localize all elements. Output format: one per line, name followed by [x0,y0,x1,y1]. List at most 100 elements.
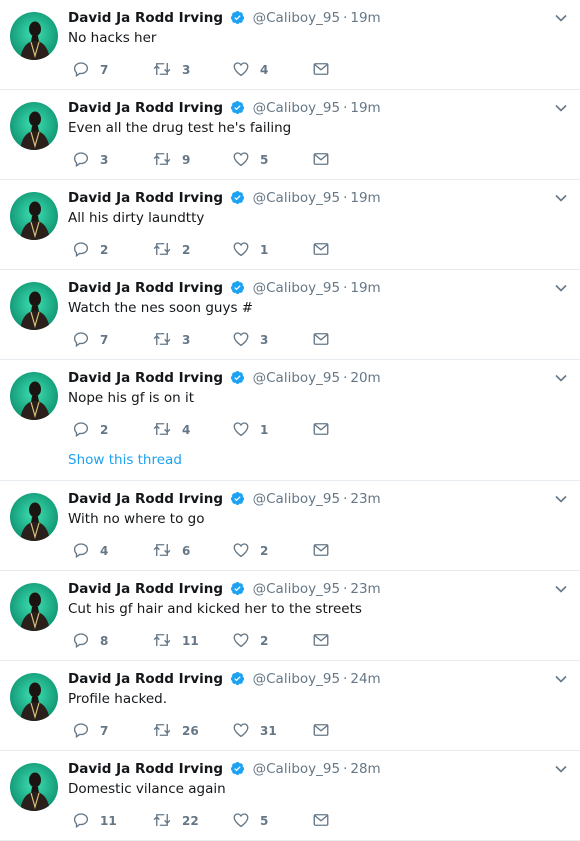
chevron-down-icon[interactable] [554,492,568,506]
tweet-timestamp[interactable]: 24m [350,671,380,687]
like-button[interactable]: 1 [232,420,268,440]
tweet-timestamp[interactable]: 19m [350,10,380,26]
reply-button[interactable]: 11 [72,811,117,831]
tweet-timestamp[interactable]: 19m [350,100,380,116]
tweet-text: Watch the nes soon guys # [68,300,254,316]
chevron-down-icon[interactable] [554,672,568,686]
retweet-button[interactable]: 3 [152,330,190,350]
tweet-header: David Ja Rodd Irving @Caliboy_95 · 23m [68,489,568,509]
reply-button[interactable]: 4 [72,541,108,561]
reply-button[interactable]: 7 [72,60,108,80]
reply-count: 3 [100,153,109,167]
tweet[interactable]: David Ja Rodd Irving @Caliboy_95 · 24m Pro… [0,661,580,751]
avatar[interactable] [10,282,58,330]
like-button[interactable]: 5 [232,811,268,831]
author-name[interactable]: David Ja Rodd Irving [68,671,223,687]
tweet-timestamp[interactable]: 19m [350,190,380,206]
direct-message-button[interactable] [312,541,330,561]
author-handle[interactable]: @Caliboy_95 [253,761,340,777]
envelope-icon [312,631,330,652]
author-handle[interactable]: @Caliboy_95 [253,10,340,26]
tweet-header: David Ja Rodd Irving @Caliboy_95 · 19m [68,278,568,298]
author-handle[interactable]: @Caliboy_95 [253,100,340,116]
heart-icon [232,420,250,441]
author-name[interactable]: David Ja Rodd Irving [68,581,223,597]
retweet-button[interactable]: 11 [152,631,199,651]
chevron-down-icon[interactable] [554,101,568,115]
avatar[interactable] [10,763,58,811]
direct-message-button[interactable] [312,330,330,350]
tweet-timestamp[interactable]: 23m [350,491,380,507]
author-name[interactable]: David Ja Rodd Irving [68,100,223,116]
avatar[interactable] [10,12,58,60]
avatar[interactable] [10,372,58,420]
reply-button[interactable]: 7 [72,330,108,350]
like-button[interactable]: 5 [232,150,268,170]
direct-message-button[interactable] [312,420,330,440]
author-name[interactable]: David Ja Rodd Irving [68,190,223,206]
direct-message-button[interactable] [312,240,330,260]
reply-button[interactable]: 8 [72,631,108,651]
direct-message-button[interactable] [312,150,330,170]
reply-button[interactable]: 3 [72,150,108,170]
separator-dot: · [343,761,348,777]
author-name[interactable]: David Ja Rodd Irving [68,761,223,777]
avatar[interactable] [10,583,58,631]
retweet-button[interactable]: 26 [152,721,199,741]
retweet-button[interactable]: 2 [152,240,190,260]
direct-message-button[interactable] [312,721,330,741]
chevron-down-icon[interactable] [554,11,568,25]
tweet[interactable]: David Ja Rodd Irving @Caliboy_95 · 19m Eve… [0,90,580,180]
tweet[interactable]: David Ja Rodd Irving @Caliboy_95 · 19m No … [0,0,580,90]
retweet-button[interactable]: 6 [152,541,190,561]
author-name[interactable]: David Ja Rodd Irving [68,370,223,386]
like-button[interactable]: 4 [232,60,268,80]
like-button[interactable]: 1 [232,240,268,260]
show-thread-link[interactable]: Show this thread [68,450,182,470]
chevron-down-icon[interactable] [554,191,568,205]
chevron-down-icon[interactable] [554,371,568,385]
tweet-timestamp[interactable]: 28m [350,761,380,777]
author-handle[interactable]: @Caliboy_95 [253,671,340,687]
author-handle[interactable]: @Caliboy_95 [253,190,340,206]
author-handle[interactable]: @Caliboy_95 [253,370,340,386]
like-button[interactable]: 2 [232,631,268,651]
tweet-timestamp[interactable]: 19m [350,280,380,296]
tweet[interactable]: David Ja Rodd Irving @Caliboy_95 · 28m Dom… [0,751,580,841]
chevron-down-icon[interactable] [554,762,568,776]
tweet-text: Nope his gf is on it [68,390,194,406]
direct-message-button[interactable] [312,60,330,80]
reply-button[interactable]: 7 [72,721,108,741]
author-handle[interactable]: @Caliboy_95 [253,491,340,507]
author-handle[interactable]: @Caliboy_95 [253,280,340,296]
retweet-button[interactable]: 9 [152,150,190,170]
avatar[interactable] [10,192,58,240]
author-handle[interactable]: @Caliboy_95 [253,581,340,597]
author-name[interactable]: David Ja Rodd Irving [68,10,223,26]
retweet-button[interactable]: 4 [152,420,190,440]
tweet[interactable]: David Ja Rodd Irving @Caliboy_95 · 23m Wit… [0,481,580,571]
like-button[interactable]: 31 [232,721,277,741]
direct-message-button[interactable] [312,811,330,831]
reply-button[interactable]: 2 [72,240,108,260]
chevron-down-icon[interactable] [554,582,568,596]
tweet-timestamp[interactable]: 20m [350,370,380,386]
tweet[interactable]: David Ja Rodd Irving @Caliboy_95 · 19m All… [0,180,580,270]
avatar[interactable] [10,673,58,721]
retweet-button[interactable]: 22 [152,811,199,831]
tweet-header: David Ja Rodd Irving @Caliboy_95 · 19m [68,8,568,28]
author-name[interactable]: David Ja Rodd Irving [68,280,223,296]
tweet-timestamp[interactable]: 23m [350,581,380,597]
author-name[interactable]: David Ja Rodd Irving [68,491,223,507]
chevron-down-icon[interactable] [554,281,568,295]
like-button[interactable]: 3 [232,330,268,350]
reply-button[interactable]: 2 [72,420,108,440]
retweet-button[interactable]: 3 [152,60,190,80]
tweet[interactable]: David Ja Rodd Irving @Caliboy_95 · 20m Nop… [0,360,580,481]
tweet[interactable]: David Ja Rodd Irving @Caliboy_95 · 19m Wat… [0,270,580,360]
like-button[interactable]: 2 [232,541,268,561]
avatar[interactable] [10,493,58,541]
avatar[interactable] [10,102,58,150]
tweet[interactable]: David Ja Rodd Irving @Caliboy_95 · 23m Cut… [0,571,580,661]
direct-message-button[interactable] [312,631,330,651]
